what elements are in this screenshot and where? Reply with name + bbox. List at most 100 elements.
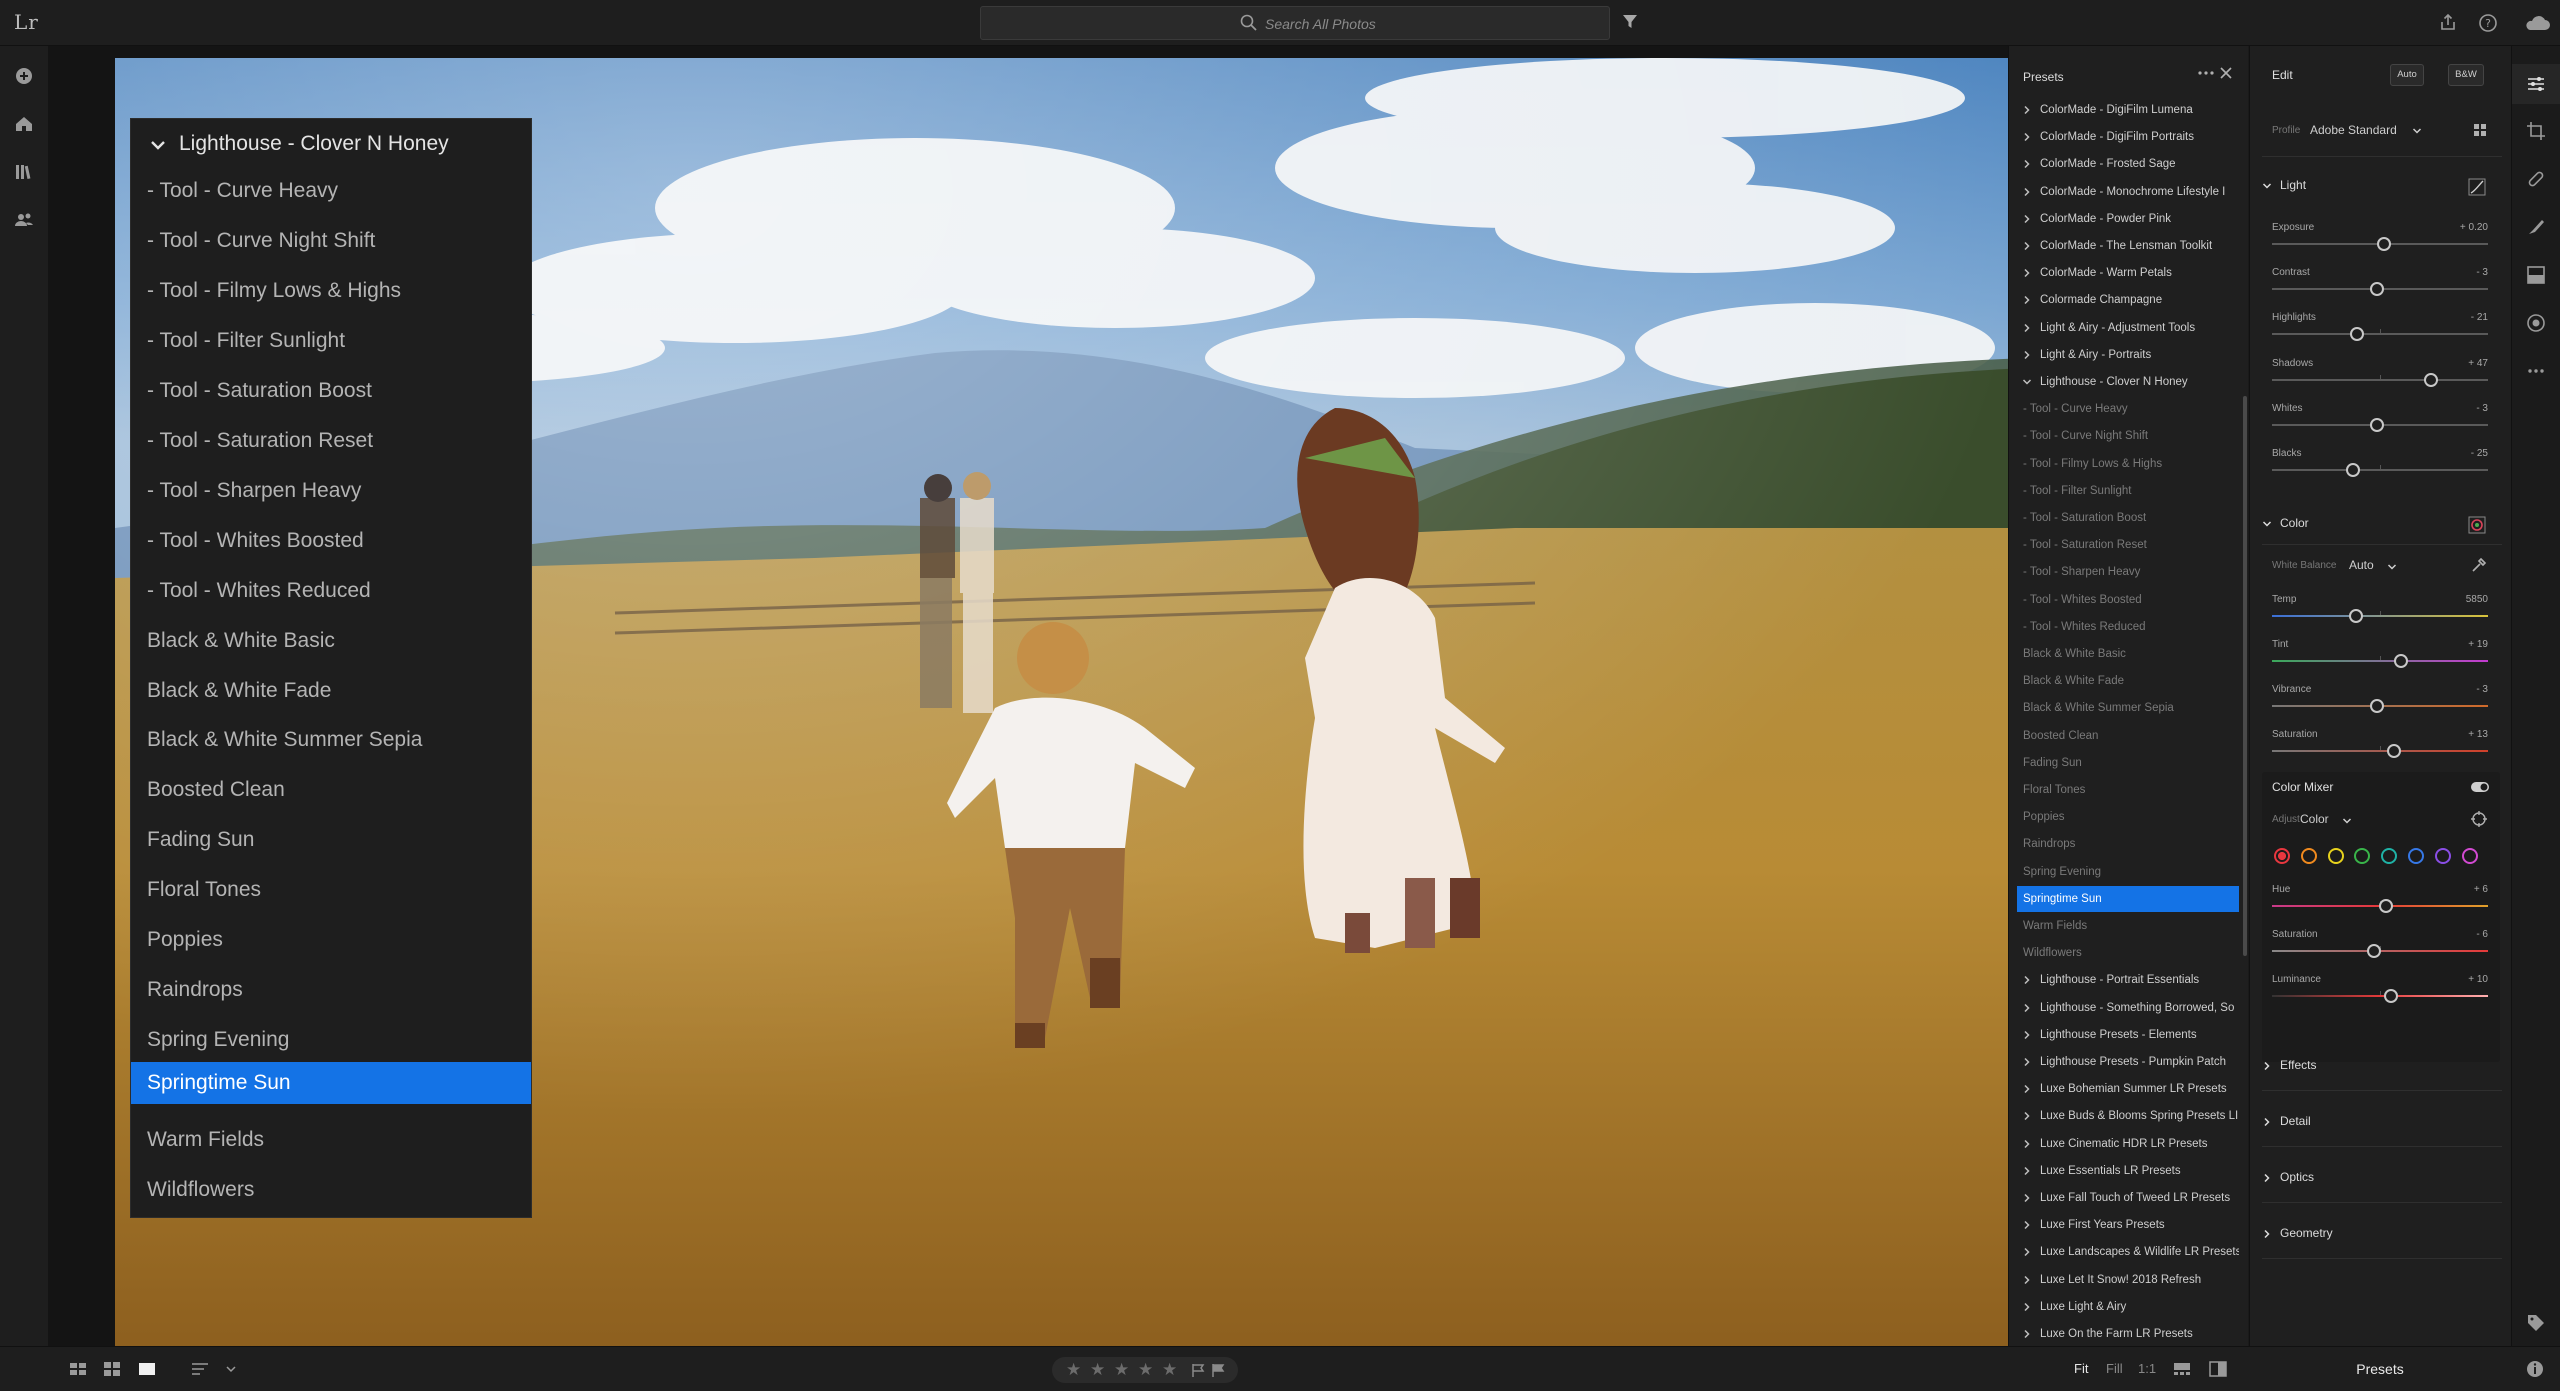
section-light[interactable]: Light xyxy=(2262,176,2502,198)
preset-item[interactable]: Poppies xyxy=(2009,804,2239,830)
linear-gradient-icon[interactable] xyxy=(2525,264,2547,286)
preset-item[interactable]: Fading Sun xyxy=(2009,750,2239,776)
color-grading-icon[interactable] xyxy=(2468,516,2486,534)
popup-preset-item[interactable]: Boosted Clean xyxy=(131,770,531,810)
slider-track[interactable] xyxy=(2272,378,2488,381)
preset-group-row[interactable]: ColorMade - DigiFilm Portraits xyxy=(2009,124,2239,150)
preset-item[interactable]: - Tool - Saturation Boost xyxy=(2009,505,2239,531)
section-detail[interactable]: Detail xyxy=(2262,1112,2502,1134)
auto-button[interactable]: Auto xyxy=(2390,64,2424,86)
photo-grid-icon[interactable] xyxy=(102,1359,122,1379)
preset-group-row[interactable]: Lighthouse Presets - Elements xyxy=(2009,1022,2239,1048)
star-icon[interactable]: ★ xyxy=(1138,1360,1153,1380)
preset-group-row[interactable]: Luxe First Years Presets xyxy=(2009,1212,2239,1238)
preset-group-row[interactable]: Luxe Essentials LR Presets xyxy=(2009,1158,2239,1184)
popup-preset-item[interactable]: Fading Sun xyxy=(131,820,531,860)
preset-item[interactable]: - Tool - Filter Sunlight xyxy=(2009,478,2239,504)
preset-group-row[interactable]: Luxe Landscapes & Wildlife LR Presets xyxy=(2009,1239,2239,1265)
popup-preset-item[interactable]: - Tool - Saturation Reset xyxy=(131,421,531,461)
popup-preset-item[interactable]: Black & White Basic xyxy=(131,621,531,661)
star-icon[interactable]: ★ xyxy=(1066,1360,1081,1380)
preset-group-row[interactable]: Luxe On the Farm LR Presets xyxy=(2009,1321,2239,1347)
popup-preset-item[interactable]: Spring Evening xyxy=(131,1020,531,1060)
popup-preset-item[interactable]: - Tool - Sharpen Heavy xyxy=(131,471,531,511)
preset-group-row[interactable]: Lighthouse Presets - Pumpkin Patch xyxy=(2009,1049,2239,1075)
section-effects[interactable]: Effects xyxy=(2262,1056,2502,1078)
brush-icon[interactable] xyxy=(2525,216,2547,238)
zoom-option-Fit[interactable]: Fit xyxy=(2074,1361,2088,1376)
color-swatch[interactable] xyxy=(2381,848,2398,864)
profile-select[interactable]: Adobe Standard xyxy=(2310,123,2397,137)
more-icon[interactable] xyxy=(2197,66,2215,80)
add-photos-icon[interactable] xyxy=(12,64,36,88)
compare-icon[interactable] xyxy=(2208,1359,2228,1379)
popup-preset-item[interactable]: Black & White Fade xyxy=(131,671,531,711)
detail-view-icon[interactable] xyxy=(137,1359,157,1379)
color-swatch[interactable] xyxy=(2461,848,2478,864)
slider-track[interactable] xyxy=(2272,750,2488,752)
popup-preset-item[interactable]: - Tool - Whites Boosted xyxy=(131,521,531,561)
slider-thumb[interactable] xyxy=(2379,899,2394,913)
preset-group-row[interactable]: ColorMade - Powder Pink xyxy=(2009,206,2239,232)
slider-thumb[interactable] xyxy=(2387,744,2402,758)
preset-item[interactable]: - Tool - Sharpen Heavy xyxy=(2009,559,2239,585)
preset-group-row[interactable]: ColorMade - Monochrome Lifestyle I xyxy=(2009,179,2239,205)
popup-preset-item[interactable]: Raindrops xyxy=(131,970,531,1010)
popup-preset-item[interactable]: - Tool - Curve Night Shift xyxy=(131,221,531,261)
more-icon[interactable] xyxy=(2525,360,2547,382)
slider-track[interactable] xyxy=(2272,469,2488,471)
popup-preset-item[interactable]: Wildflowers xyxy=(131,1170,531,1210)
preset-group-row[interactable]: Luxe Light & Airy xyxy=(2009,1294,2239,1320)
preset-group-row[interactable]: Lighthouse - Something Borrowed, So xyxy=(2009,995,2239,1021)
chevron-down-icon[interactable] xyxy=(2342,816,2352,826)
popup-header[interactable]: Lighthouse - Clover N Honey xyxy=(131,119,531,169)
preset-item[interactable]: - Tool - Filmy Lows & Highs xyxy=(2009,451,2239,477)
slider-thumb[interactable] xyxy=(2350,327,2365,342)
edit-sliders-icon[interactable] xyxy=(2525,73,2547,95)
bw-button[interactable]: B&W xyxy=(2448,64,2484,86)
preset-group-row[interactable]: Luxe Cinematic HDR LR Presets xyxy=(2009,1131,2239,1157)
share-icon[interactable] xyxy=(2436,11,2460,35)
slider-thumb[interactable] xyxy=(2346,463,2360,477)
slider-thumb[interactable] xyxy=(2349,609,2364,623)
chevron-down-icon[interactable] xyxy=(2412,126,2422,136)
popup-preset-item[interactable]: - Tool - Saturation Boost xyxy=(131,371,531,411)
cloud-icon[interactable] xyxy=(2522,11,2552,35)
preset-item[interactable]: Black & White Basic xyxy=(2009,641,2239,667)
preset-item[interactable]: Warm Fields xyxy=(2009,913,2239,939)
square-grid-icon[interactable] xyxy=(68,1359,88,1379)
slider-thumb[interactable] xyxy=(2369,699,2384,713)
star-icon[interactable]: ★ xyxy=(1090,1360,1105,1380)
color-swatch[interactable] xyxy=(2327,848,2344,864)
adjust-select[interactable]: Color xyxy=(2300,812,2329,826)
star-icon[interactable]: ★ xyxy=(1162,1360,1177,1380)
slider-thumb[interactable] xyxy=(2383,989,2398,1003)
preset-group-row[interactable]: Luxe Bohemian Summer LR Presets xyxy=(2009,1076,2239,1102)
color-swatch[interactable] xyxy=(2408,848,2424,864)
slider-thumb[interactable] xyxy=(2366,944,2381,958)
preset-group-row[interactable]: ColorMade - Frosted Sage xyxy=(2009,151,2239,177)
flag-reject-icon[interactable] xyxy=(1210,1362,1226,1378)
presets-tab-button[interactable]: Presets xyxy=(2249,1347,2511,1391)
preset-group-row[interactable]: Light & Airy - Portraits xyxy=(2009,342,2239,368)
preset-item-selected[interactable]: Springtime Sun xyxy=(2017,885,2239,912)
presets-scrollbar[interactable] xyxy=(2243,396,2247,956)
home-icon[interactable] xyxy=(12,112,36,136)
color-swatch[interactable] xyxy=(2300,848,2317,864)
chevron-down-icon[interactable] xyxy=(2387,562,2397,572)
crop-icon[interactable] xyxy=(2525,120,2547,142)
slider-track[interactable] xyxy=(2272,995,2488,997)
slider-thumb[interactable] xyxy=(2423,372,2438,387)
flag-pick-icon[interactable] xyxy=(1190,1362,1206,1378)
target-adjust-icon[interactable] xyxy=(2470,810,2488,828)
preset-item[interactable]: - Tool - Saturation Reset xyxy=(2009,532,2239,558)
popup-preset-item[interactable]: Floral Tones xyxy=(131,870,531,910)
preset-item[interactable]: Black & White Fade xyxy=(2009,668,2239,694)
slider-track[interactable] xyxy=(2272,615,2488,617)
preset-item[interactable]: - Tool - Curve Night Shift xyxy=(2009,423,2239,449)
help-icon[interactable]: ? xyxy=(2476,11,2500,35)
eyedropper-icon[interactable] xyxy=(2470,556,2488,574)
preset-item[interactable]: Raindrops xyxy=(2009,831,2239,857)
info-icon[interactable] xyxy=(2525,1359,2545,1379)
popup-preset-item[interactable]: - Tool - Curve Heavy xyxy=(131,171,531,211)
